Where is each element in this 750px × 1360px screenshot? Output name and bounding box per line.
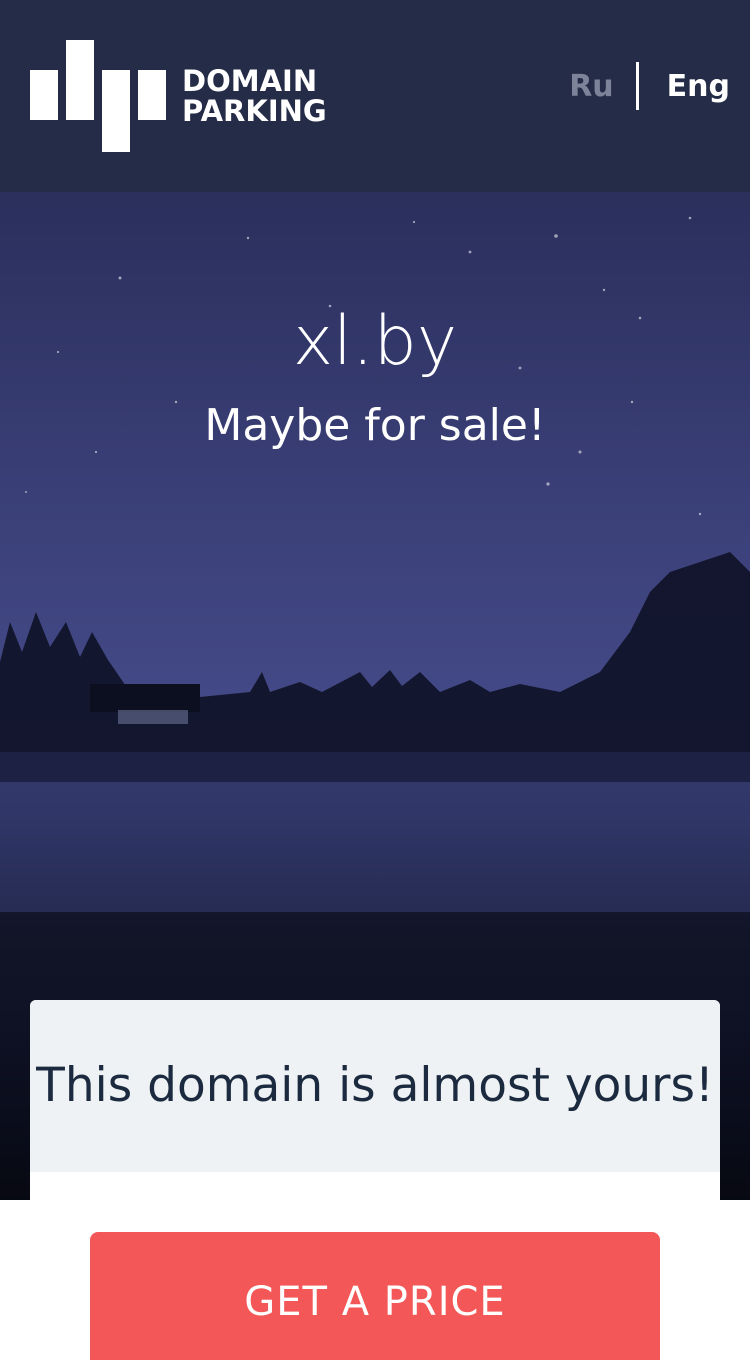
for-sale-subtitle: Maybe for sale! [204,400,546,451]
top-header: DOMAIN PARKING Ru Eng [0,0,750,192]
logo-bars-icon [30,40,166,152]
language-divider [635,62,639,110]
offer-card-title: This domain is almost yours! [36,1058,714,1113]
logo-line-2: PARKING [182,94,327,128]
language-eng-link[interactable]: Eng [667,69,730,104]
language-ru-link[interactable]: Ru [569,69,613,104]
offer-card-header: This domain is almost yours! [30,1000,720,1172]
logo-line-1: DOMAIN [182,64,318,98]
logo-text: DOMAIN PARKING [182,66,327,126]
language-switcher: Ru Eng [569,60,730,112]
get-price-button[interactable]: GET A PRICE [90,1232,660,1360]
domain-name-heading: xl.by [292,302,458,381]
domain-parking-logo[interactable]: DOMAIN PARKING [30,40,360,152]
offer-card: This domain is almost yours! GET A PRICE [30,1000,720,1360]
